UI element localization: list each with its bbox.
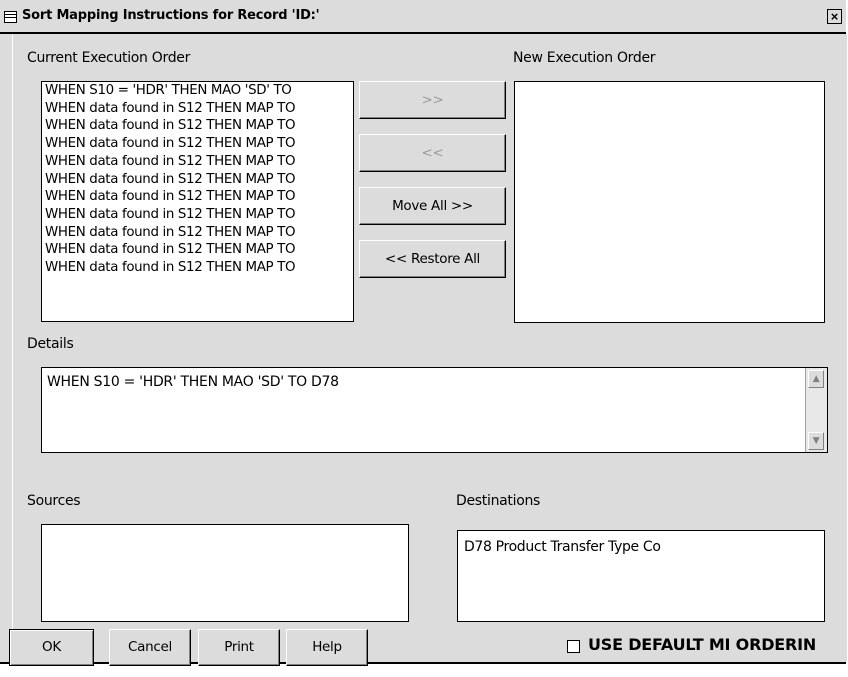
close-button[interactable]: ×: [827, 9, 842, 24]
ok-button[interactable]: OK: [9, 629, 94, 666]
list-item[interactable]: WHEN data found in S12 THEN MAP TO: [42, 100, 353, 118]
new-order-list[interactable]: [514, 81, 825, 323]
list-item[interactable]: WHEN data found in S12 THEN MAP TO: [42, 188, 353, 206]
list-item[interactable]: WHEN data found in S12 THEN MAP TO: [42, 153, 353, 171]
move-all-button[interactable]: Move All >>: [359, 187, 506, 225]
scroll-up-arrow-icon[interactable]: ▲: [808, 370, 824, 388]
restore-all-button[interactable]: << Restore All: [359, 240, 506, 278]
list-item[interactable]: D78 Product Transfer Type Co: [458, 539, 824, 557]
list-item[interactable]: WHEN data found in S12 THEN MAP TO: [42, 117, 353, 135]
current-order-list[interactable]: WHEN S10 = 'HDR' THEN MAO 'SD' TO WHEN da…: [41, 81, 354, 322]
print-button[interactable]: Print: [198, 629, 280, 666]
sort-mapping-dialog: Sort Mapping Instructions for Record 'ID…: [0, 0, 847, 666]
details-textarea[interactable]: WHEN S10 = 'HDR' THEN MAO 'SD' TO D78 ▲ …: [41, 367, 828, 453]
list-item[interactable]: WHEN data found in S12 THEN MAP TO: [42, 206, 353, 224]
dialog-client-area: Current Execution Order New Execution Or…: [9, 34, 847, 666]
sources-list[interactable]: [41, 524, 409, 622]
list-item[interactable]: WHEN data found in S12 THEN MAP TO: [42, 241, 353, 259]
details-scrollbar[interactable]: ▲ ▼: [805, 368, 827, 452]
scroll-down-arrow-icon[interactable]: ▼: [808, 432, 824, 450]
title-bar[interactable]: Sort Mapping Instructions for Record 'ID…: [0, 0, 846, 34]
new-order-label: New Execution Order: [513, 50, 656, 66]
move-right-button[interactable]: >>: [359, 81, 506, 119]
use-default-order-label[interactable]: USE DEFAULT MI ORDERIN: [588, 635, 816, 654]
list-item[interactable]: WHEN data found in S12 THEN MAP TO: [42, 259, 353, 277]
current-order-label: Current Execution Order: [27, 50, 191, 66]
destinations-label: Destinations: [456, 493, 541, 509]
help-button[interactable]: Help: [286, 629, 368, 666]
destinations-list[interactable]: D78 Product Transfer Type Co: [457, 530, 825, 622]
move-left-button[interactable]: <<: [359, 134, 506, 172]
list-item[interactable]: WHEN S10 = 'HDR' THEN MAO 'SD' TO: [42, 82, 353, 100]
details-text: WHEN S10 = 'HDR' THEN MAO 'SD' TO D78: [47, 374, 339, 390]
list-item[interactable]: WHEN data found in S12 THEN MAP TO: [42, 224, 353, 242]
use-default-order-checkbox[interactable]: [567, 640, 580, 653]
list-item[interactable]: WHEN data found in S12 THEN MAP TO: [42, 171, 353, 189]
window-title: Sort Mapping Instructions for Record 'ID…: [22, 8, 320, 23]
sources-label: Sources: [27, 493, 81, 509]
list-item[interactable]: WHEN data found in S12 THEN MAP TO: [42, 135, 353, 153]
cancel-button[interactable]: Cancel: [109, 629, 191, 666]
window-menu-icon[interactable]: [4, 11, 17, 23]
details-label: Details: [27, 336, 74, 352]
